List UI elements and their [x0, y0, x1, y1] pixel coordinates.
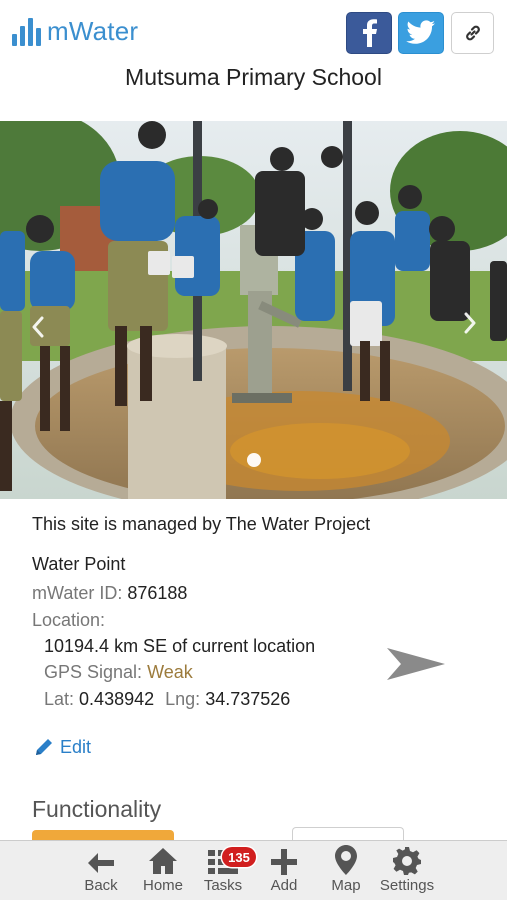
edit-button[interactable]: Edit	[34, 736, 91, 758]
direction-arrow-icon	[385, 644, 447, 689]
managed-by-text: This site is managed by The Water Projec…	[32, 514, 371, 534]
facebook-icon	[363, 19, 377, 47]
gps-signal-row: GPS Signal: Weak	[44, 662, 193, 683]
chevron-right-icon	[464, 312, 476, 334]
facebook-share-button[interactable]	[346, 12, 392, 54]
carousel-next-button[interactable]	[460, 308, 480, 338]
location-distance: 10194.4 km SE of current location	[44, 636, 316, 656]
bottom-tab-bar: Back Home Tasks Add Map Settings	[0, 840, 507, 900]
tab-back-label: Back	[84, 877, 118, 894]
lat-label: Lat:	[44, 689, 75, 709]
mwater-id-value: 876188	[127, 583, 188, 603]
water-point-photo	[0, 121, 507, 499]
plus-icon	[271, 849, 297, 875]
logo-text: mWater	[47, 16, 139, 46]
tab-settings[interactable]: Settings	[374, 841, 440, 901]
tab-add-label: Add	[270, 877, 298, 894]
site-type: Water Point	[32, 554, 126, 574]
edit-label: Edit	[60, 736, 92, 757]
map-pin-icon	[335, 845, 357, 875]
carousel-prev-button[interactable]	[28, 312, 48, 342]
gps-signal-label: GPS Signal:	[44, 662, 143, 682]
tab-map-label: Map	[331, 877, 361, 894]
mwater-logo[interactable]: mWater	[12, 12, 138, 46]
copy-link-button[interactable]	[451, 12, 494, 54]
tab-home-label: Home	[142, 877, 183, 894]
home-icon	[149, 848, 177, 874]
chevron-left-icon	[32, 316, 44, 338]
tasks-count-badge: 135	[222, 847, 256, 867]
lat-value: 0.438942	[79, 689, 155, 709]
coordinates-row: Lat: 0.438942 Lng: 34.737526	[44, 689, 290, 710]
tab-add[interactable]: Add	[264, 841, 304, 901]
lng-label: Lng:	[165, 689, 201, 709]
tab-home[interactable]: Home	[137, 841, 189, 901]
mwater-id-row: mWater ID: 876188	[32, 583, 187, 604]
gps-signal-value: Weak	[147, 662, 193, 682]
lng-value: 34.737526	[205, 689, 291, 709]
mwater-id-label: mWater ID:	[32, 583, 123, 603]
tab-back[interactable]: Back	[76, 841, 126, 901]
location-label: Location:	[32, 610, 106, 630]
functionality-heading: Functionality	[32, 796, 162, 822]
pencil-icon	[36, 739, 52, 755]
tab-map[interactable]: Map	[326, 841, 366, 901]
signal-bars-icon	[12, 14, 41, 46]
tab-tasks-label: Tasks	[203, 877, 243, 894]
site-title: Mutsuma Primary School	[125, 64, 382, 90]
back-arrow-icon	[88, 853, 114, 873]
tab-settings-label: Settings	[379, 877, 435, 894]
carousel-page-dot[interactable]	[247, 453, 261, 467]
gear-icon	[393, 847, 421, 875]
link-icon	[465, 25, 480, 41]
app-header: mWater Mutsuma Primary School	[0, 0, 507, 120]
twitter-icon	[406, 20, 435, 44]
twitter-share-button[interactable]	[398, 12, 444, 54]
site-photo[interactable]	[0, 121, 507, 499]
